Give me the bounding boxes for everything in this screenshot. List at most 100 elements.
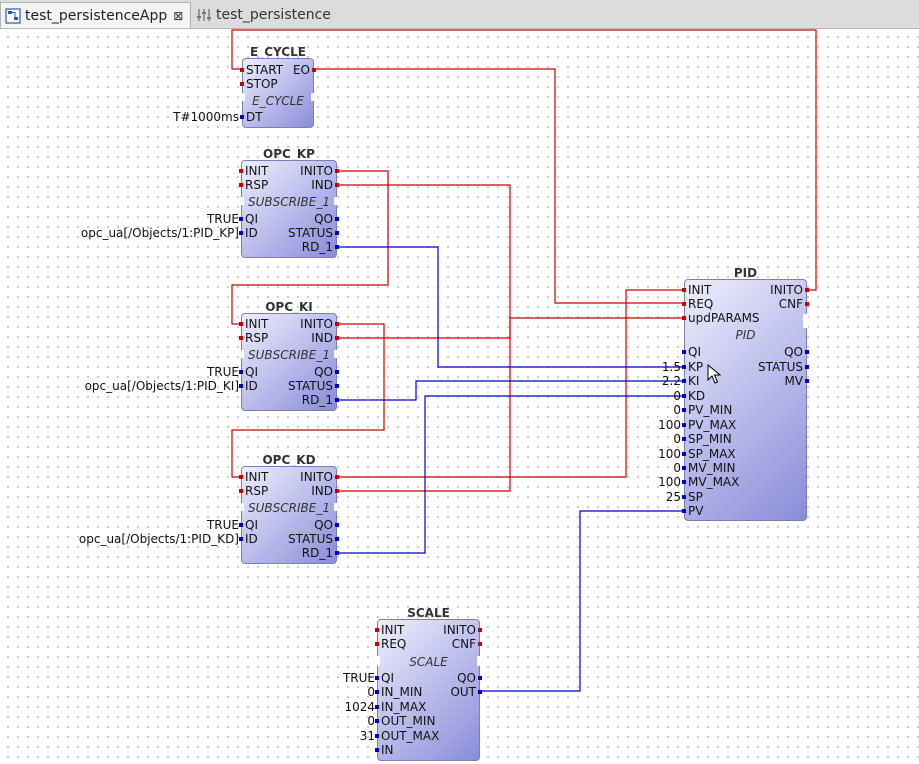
pin-kp[interactable] [682,365,686,369]
port-qo[interactable]: QO [784,345,803,359]
tab-test-persistence-app[interactable]: test_persistenceApp ⊠ [0,2,191,28]
const-pid-mv-min[interactable]: 0 [640,461,681,475]
port-qo[interactable]: QO [314,212,333,226]
port-id[interactable]: ID [245,532,258,546]
port-cnf[interactable]: CNF [452,637,476,651]
port-rsp[interactable]: RSP [245,484,268,498]
const-scale-in-min[interactable]: 0 [320,685,375,699]
const-pid-sp-max[interactable]: 100 [640,447,681,461]
port-req[interactable]: REQ [688,297,713,311]
fb-opc-kd[interactable]: OPC_KD INIT RSP INITO IND SUBSCRIBE_1 QI… [239,453,339,564]
pin-rd-1[interactable] [335,551,339,555]
port-status[interactable]: STATUS [758,360,803,374]
port-in-min[interactable]: IN_MIN [381,685,422,699]
pin-inito[interactable] [335,475,339,479]
fb-e-cycle[interactable]: E_CYCLE START STOP EO E_CYCLE DT [240,45,316,128]
port-qo[interactable]: QO [457,671,476,685]
pin-init[interactable] [239,475,243,479]
pin-in-min[interactable] [375,690,379,694]
port-ki[interactable]: KI [688,374,699,388]
const-pid-sp[interactable]: 25 [640,490,681,504]
port-qo[interactable]: QO [314,365,333,379]
pin-init[interactable] [682,288,686,292]
pin-in-max[interactable] [375,705,379,709]
pin-init[interactable] [375,628,379,632]
pin-init[interactable] [239,169,243,173]
pin-pv-min[interactable] [682,408,686,412]
port-stop[interactable]: STOP [246,77,278,91]
pin-ki[interactable] [682,379,686,383]
const-pid-ki[interactable]: 2.2 [640,374,681,388]
fb-scale[interactable]: SCALE INIT REQ INITO CNF SCALE QI IN_MIN… [375,606,482,761]
pin-ind[interactable] [335,183,339,187]
port-rsp[interactable]: RSP [245,178,268,192]
pin-qo[interactable] [805,350,809,354]
pin-out[interactable] [478,690,482,694]
port-eo[interactable]: EO [293,63,310,77]
port-in[interactable]: IN [381,743,394,757]
port-req[interactable]: REQ [381,637,406,651]
port-dt[interactable]: DT [246,110,263,124]
pin-qo[interactable] [335,217,339,221]
port-kd[interactable]: KD [688,389,705,403]
port-init[interactable]: INIT [245,164,268,178]
const-scale-in-max[interactable]: 1024 [320,700,375,714]
port-pv[interactable]: PV [688,504,703,518]
const-pid-mv-max[interactable]: 100 [640,475,681,489]
pin-stop[interactable] [240,82,244,86]
port-qi[interactable]: QI [245,518,258,532]
pin-rsp[interactable] [239,336,243,340]
port-qi[interactable]: QI [688,345,701,359]
const-scale-out-max[interactable]: 31 [320,729,375,743]
pin-mv-max[interactable] [682,480,686,484]
pin-qo[interactable] [335,523,339,527]
pin-qi[interactable] [239,523,243,527]
port-ind[interactable]: IND [311,331,333,345]
pin-pv-max[interactable] [682,423,686,427]
port-inito[interactable]: INITO [300,470,333,484]
pin-sp-max[interactable] [682,452,686,456]
pin-start[interactable] [240,68,244,72]
fb-pid[interactable]: PID INIT REQ updPARAMS INITO CNF PID QI … [682,266,809,521]
pin-status[interactable] [335,231,339,235]
pin-qo[interactable] [478,676,482,680]
port-inito[interactable]: INITO [300,164,333,178]
pin-qi[interactable] [375,676,379,680]
pin-id[interactable] [239,384,243,388]
pin-mv-min[interactable] [682,466,686,470]
pin-status[interactable] [335,384,339,388]
pin-req[interactable] [682,302,686,306]
port-pv-max[interactable]: PV_MAX [688,418,736,432]
port-out[interactable]: OUT [450,685,476,699]
pin-rd-1[interactable] [335,245,339,249]
port-pv-min[interactable]: PV_MIN [688,403,732,417]
pin-rsp[interactable] [239,489,243,493]
const-opc-ki-id[interactable]: opc_ua[/Objects/1:PID_KI] [40,379,239,393]
pin-inito[interactable] [805,288,809,292]
port-qi[interactable]: QI [381,671,394,685]
port-cnf[interactable]: CNF [779,297,803,311]
port-init[interactable]: INIT [381,623,404,637]
pin-init[interactable] [239,322,243,326]
port-mv-max[interactable]: MV_MAX [688,475,739,489]
port-kp[interactable]: KP [688,360,703,374]
port-status[interactable]: STATUS [288,532,333,546]
fb-opc-kp[interactable]: OPC_KP INIT RSP INITO IND SUBSCRIBE_1 QI… [239,147,339,258]
port-id[interactable]: ID [245,226,258,240]
pin-qo[interactable] [335,370,339,374]
const-opc-kp-qi[interactable]: TRUE [150,212,239,226]
pin-ind[interactable] [335,489,339,493]
port-qi[interactable]: QI [245,212,258,226]
tab-test-persistence[interactable]: test_persistence [192,2,342,28]
port-inito[interactable]: INITO [770,283,803,297]
close-icon[interactable]: ⊠ [173,9,183,23]
pin-qi[interactable] [239,217,243,221]
pin-eo[interactable] [312,68,316,72]
const-opc-kp-id[interactable]: opc_ua[/Objects/1:PID_KP] [40,226,239,240]
pin-in[interactable] [375,748,379,752]
const-scale-qi[interactable]: TRUE [320,671,375,685]
const-pid-sp-min[interactable]: 0 [640,432,681,446]
port-in-max[interactable]: IN_MAX [381,700,426,714]
const-pid-pv-min[interactable]: 0 [640,403,681,417]
port-mv-min[interactable]: MV_MIN [688,461,735,475]
